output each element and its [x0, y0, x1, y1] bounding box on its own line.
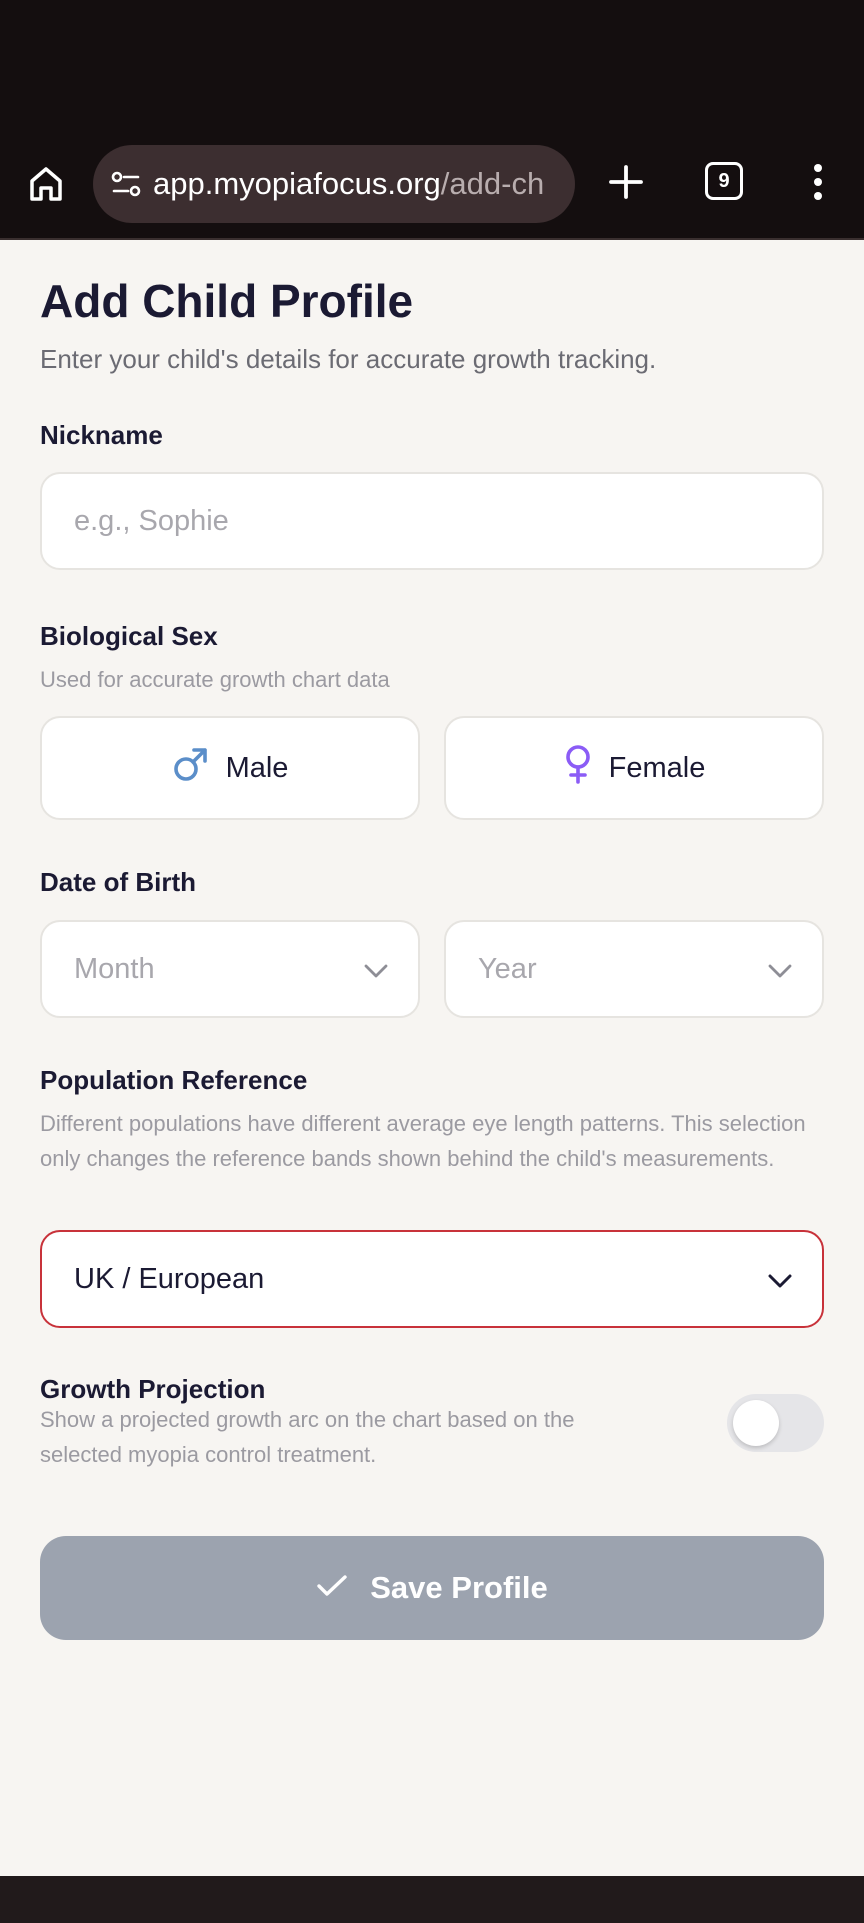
nickname-label: Nickname [40, 420, 163, 450]
population-label: Population Reference [40, 1065, 308, 1095]
url-path: /add-ch [440, 166, 545, 201]
male-option-label: Male [225, 751, 289, 784]
year-select[interactable]: Year [444, 920, 824, 1018]
nickname-input[interactable]: e.g., Sophie [40, 472, 824, 570]
projection-hint: Show a projected growth arc on the chart… [40, 1407, 575, 1467]
female-symbol-icon [563, 744, 593, 792]
female-option-button[interactable]: Female [444, 716, 824, 820]
system-navigation-bar [0, 1876, 864, 1923]
more-menu-icon[interactable] [806, 160, 830, 204]
chevron-down-icon [364, 953, 388, 986]
page-title: Add Child Profile [40, 275, 414, 327]
year-placeholder: Year [478, 952, 537, 985]
toggle-knob [733, 1400, 779, 1446]
dob-label: Date of Birth [40, 867, 196, 897]
status-bar [0, 0, 864, 140]
new-tab-plus-icon[interactable] [604, 160, 648, 204]
month-placeholder: Month [74, 952, 155, 985]
tab-count: 9 [718, 169, 730, 192]
url-text: app.myopiafocus.org/add-ch [153, 166, 544, 202]
population-select[interactable]: UK / European [40, 1230, 824, 1328]
browser-toolbar: app.myopiafocus.org/add-ch 9 [0, 140, 864, 240]
url-host: app.myopiafocus.org [153, 166, 441, 201]
projection-label: Growth Projection [40, 1374, 266, 1404]
site-settings-icon[interactable] [109, 167, 143, 201]
chevron-down-icon [768, 1263, 792, 1296]
population-hint: Different populations have different ave… [40, 1111, 806, 1171]
page-subtitle: Enter your child's details for accurate … [40, 344, 657, 374]
save-profile-label: Save Profile [370, 1570, 548, 1605]
checkmark-icon [316, 1570, 348, 1606]
sex-hint: Used for accurate growth chart data [40, 667, 390, 692]
male-option-button[interactable]: Male [40, 716, 420, 820]
address-bar[interactable]: app.myopiafocus.org/add-ch [93, 145, 575, 223]
projection-toggle[interactable] [727, 1394, 824, 1452]
population-selected: UK / European [74, 1262, 265, 1295]
month-select[interactable]: Month [40, 920, 420, 1018]
male-symbol-icon [172, 745, 210, 791]
save-profile-button[interactable]: Save Profile [40, 1536, 824, 1640]
nickname-placeholder: e.g., Sophie [74, 504, 229, 537]
tab-switcher-icon[interactable]: 9 [705, 162, 743, 200]
sex-label: Biological Sex [40, 621, 218, 651]
female-option-label: Female [608, 751, 706, 784]
chevron-down-icon [768, 953, 792, 986]
home-icon[interactable] [26, 162, 66, 206]
